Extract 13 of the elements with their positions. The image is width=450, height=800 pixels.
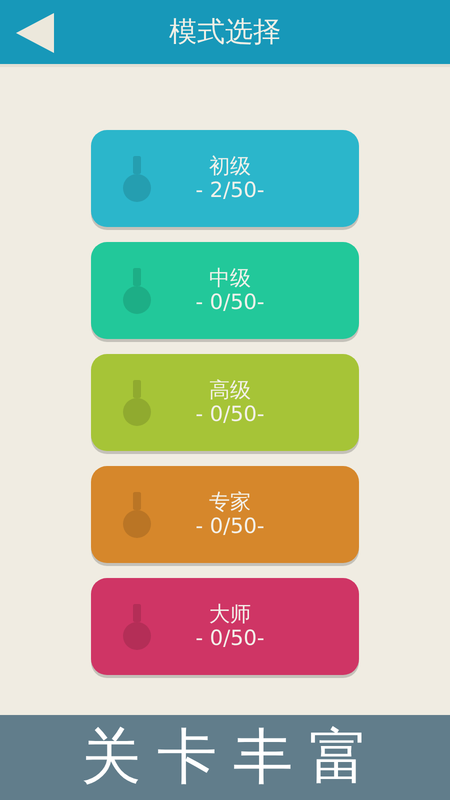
medal-icon	[123, 156, 151, 202]
mode-button[interactable]: 大师 - 0/50-	[91, 578, 359, 675]
medal-icon	[123, 380, 151, 426]
mode-button[interactable]: 初级 - 2/50-	[91, 130, 359, 227]
back-icon[interactable]	[16, 13, 56, 53]
screen-title: 模式选择	[169, 14, 281, 50]
mode-button[interactable]: 高级 - 0/50-	[91, 354, 359, 451]
mode-button[interactable]: 中级 - 0/50-	[91, 242, 359, 339]
medal-icon	[123, 604, 151, 650]
banner-text: 关卡丰富	[81, 721, 385, 794]
medal-icon	[123, 268, 151, 314]
medal-icon	[123, 492, 151, 538]
mode-button[interactable]: 专家 - 0/50-	[91, 466, 359, 563]
